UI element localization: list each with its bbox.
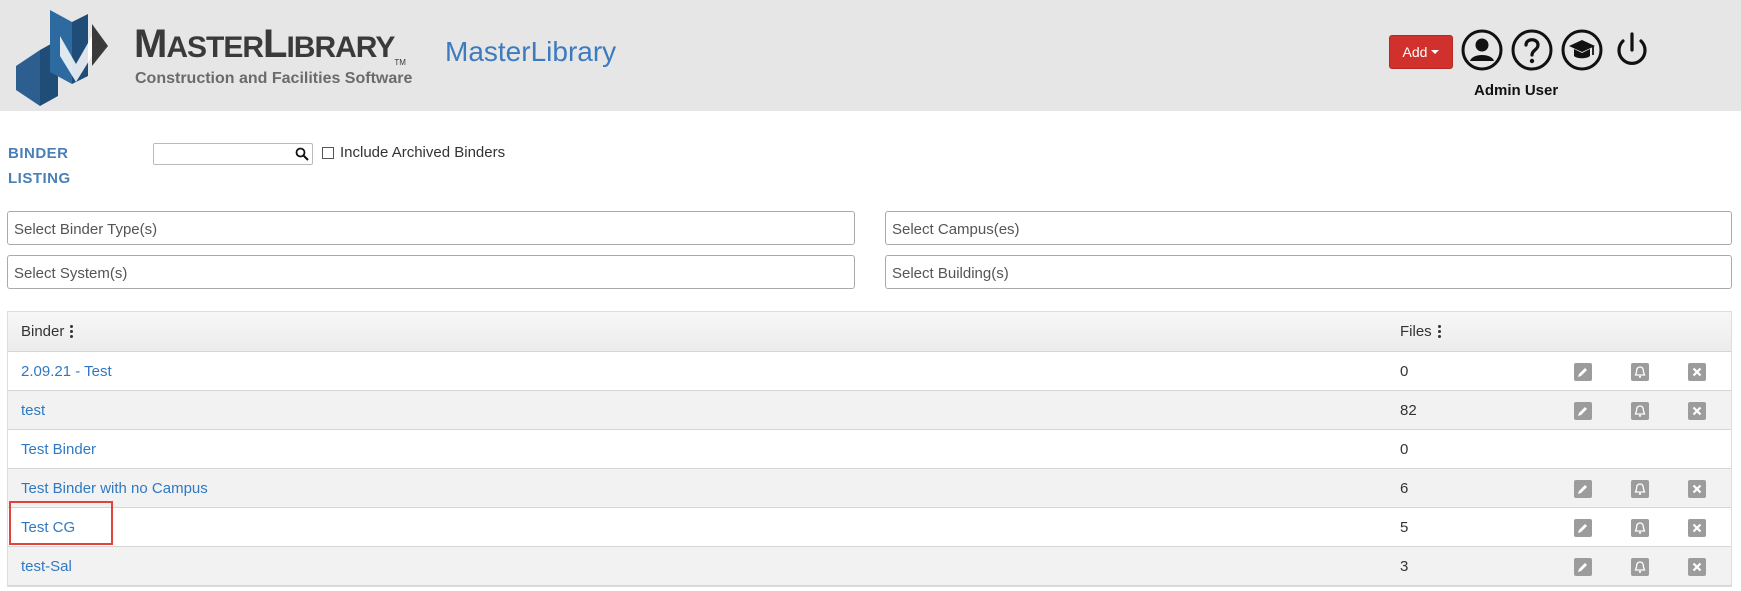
files-count: 0 bbox=[1400, 441, 1409, 458]
table-row: Test Binder with no Campus 6 bbox=[8, 469, 1731, 508]
binder-link[interactable]: test bbox=[21, 402, 45, 419]
edit-icon[interactable] bbox=[1574, 402, 1592, 420]
delete-icon[interactable] bbox=[1688, 402, 1706, 420]
table-row: test-Sal 3 bbox=[8, 547, 1731, 586]
power-icon[interactable] bbox=[1610, 28, 1654, 72]
masterlibrary-logo-icon bbox=[16, 10, 108, 106]
table-row: Test CG 5 bbox=[8, 508, 1731, 547]
campus-select[interactable]: Select Campus(es) bbox=[885, 211, 1732, 245]
files-count: 5 bbox=[1400, 519, 1409, 536]
files-count: 82 bbox=[1400, 402, 1417, 419]
system-select[interactable]: Select System(s) bbox=[7, 255, 855, 289]
binder-type-select[interactable]: Select Binder Type(s) bbox=[7, 211, 855, 245]
building-select[interactable]: Select Building(s) bbox=[885, 255, 1732, 289]
add-button-label: Add bbox=[1402, 44, 1428, 60]
edit-icon[interactable] bbox=[1574, 363, 1592, 381]
files-count: 6 bbox=[1400, 480, 1409, 497]
logo-subtitle: Construction and Facilities Software bbox=[135, 70, 413, 87]
files-count: 3 bbox=[1400, 558, 1409, 575]
column-label-files: Files bbox=[1400, 323, 1432, 340]
column-header-files[interactable]: Files bbox=[1400, 323, 1441, 340]
search-icon[interactable] bbox=[295, 147, 309, 161]
table-header: Binder Files bbox=[8, 312, 1731, 352]
column-header-binder[interactable]: Binder bbox=[21, 323, 74, 340]
column-label-binder: Binder bbox=[21, 323, 65, 340]
edit-icon[interactable] bbox=[1574, 480, 1592, 498]
training-icon[interactable] bbox=[1560, 28, 1604, 72]
page-title: BINDER LISTING bbox=[8, 145, 71, 187]
binder-link[interactable]: 2.09.21 - Test bbox=[21, 363, 112, 380]
delete-icon[interactable] bbox=[1688, 519, 1706, 537]
binder-link[interactable]: Test CG bbox=[21, 519, 75, 536]
delete-icon[interactable] bbox=[1688, 363, 1706, 381]
help-icon[interactable] bbox=[1510, 28, 1554, 72]
bell-icon[interactable] bbox=[1631, 480, 1649, 498]
search-field[interactable] bbox=[153, 143, 313, 165]
edit-icon[interactable] bbox=[1574, 519, 1592, 537]
include-archived-option[interactable]: Include Archived Binders bbox=[322, 144, 505, 161]
search-input[interactable] bbox=[154, 144, 290, 164]
column-menu-icon[interactable] bbox=[70, 325, 74, 338]
bell-icon[interactable] bbox=[1631, 519, 1649, 537]
include-archived-label: Include Archived Binders bbox=[340, 144, 506, 161]
user-name: Admin User bbox=[1474, 82, 1559, 99]
delete-icon[interactable] bbox=[1688, 480, 1706, 498]
logo-wordmark: MASTERLIBRARYTM bbox=[134, 22, 406, 67]
brand-name: MasterLibrary bbox=[445, 36, 617, 67]
column-menu-icon[interactable] bbox=[1437, 325, 1441, 338]
delete-icon[interactable] bbox=[1688, 558, 1706, 576]
binder-link[interactable]: test-Sal bbox=[21, 558, 72, 575]
bell-icon[interactable] bbox=[1631, 363, 1649, 381]
include-archived-checkbox[interactable] bbox=[322, 146, 334, 159]
bell-icon[interactable] bbox=[1631, 402, 1649, 420]
table-row: Test Binder 0 bbox=[8, 430, 1731, 469]
binder-table: Binder Files 2.09.21 - Test 0 test 82 Te… bbox=[7, 311, 1732, 587]
bell-icon[interactable] bbox=[1631, 558, 1649, 576]
caret-down-icon bbox=[1431, 50, 1440, 54]
binder-link[interactable]: Test Binder with no Campus bbox=[21, 480, 208, 497]
binder-link[interactable]: Test Binder bbox=[21, 441, 96, 458]
edit-icon[interactable] bbox=[1574, 558, 1592, 576]
table-row: 2.09.21 - Test 0 bbox=[8, 352, 1731, 391]
add-button[interactable]: Add bbox=[1389, 35, 1453, 69]
app-header: MASTERLIBRARYTM Construction and Facilit… bbox=[0, 0, 1741, 111]
table-row: test 82 bbox=[8, 391, 1731, 430]
files-count: 0 bbox=[1400, 363, 1409, 380]
user-profile-icon[interactable] bbox=[1460, 28, 1504, 72]
